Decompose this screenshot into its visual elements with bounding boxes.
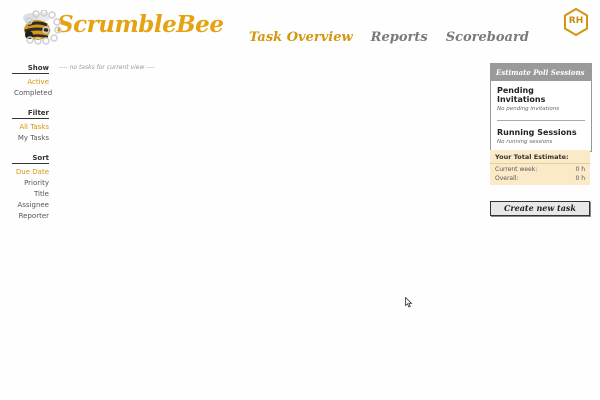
pending-invitations-empty: No pending invitations: [497, 106, 560, 112]
current-week-value: 0 h: [575, 166, 585, 173]
running-sessions-heading: Running Sessions: [497, 128, 577, 137]
app-logo[interactable]: ScrumbleBee: [20, 10, 224, 48]
sort-reporter[interactable]: Reporter: [14, 211, 49, 222]
nav-task-overview[interactable]: Task Overview: [249, 30, 353, 45]
avatar-initials: RH: [568, 16, 584, 26]
total-estimate-panel: Your Total Estimate: Current week: 0 h O…: [490, 150, 590, 185]
sidebar: Show Active Completed Filter All Tasks M…: [12, 64, 52, 232]
current-week-label: Current week:: [495, 166, 538, 173]
sort-title[interactable]: Title: [14, 189, 49, 200]
total-estimate-title: Your Total Estimate:: [490, 150, 590, 164]
user-avatar[interactable]: RH: [563, 8, 589, 36]
poll-sessions-title: Estimate Poll Sessions: [491, 64, 591, 81]
divider: [497, 120, 585, 121]
filter-heading: Filter: [12, 109, 49, 119]
show-active[interactable]: Active: [14, 77, 49, 88]
nav-reports[interactable]: Reports: [371, 30, 428, 45]
sort-group: Sort Due Date Priority Title Assignee Re…: [12, 154, 49, 222]
current-week-row: Current week: 0 h: [490, 164, 590, 173]
create-new-task-button[interactable]: Create new task: [490, 201, 590, 216]
pending-invitations-section: Pending Invitations No pending invitatio…: [491, 81, 591, 118]
filter-all-tasks[interactable]: All Tasks: [14, 122, 49, 133]
running-sessions-section: Running Sessions No running sessions: [491, 123, 591, 151]
show-completed[interactable]: Completed: [14, 88, 52, 99]
mouse-pointer-icon: [405, 297, 413, 308]
logo-text: ScrumbleBee: [57, 11, 224, 38]
poll-sessions-panel: Estimate Poll Sessions Pending Invitatio…: [490, 63, 592, 152]
sort-heading: Sort: [12, 154, 49, 164]
logo-dots-icon: [25, 10, 62, 45]
filter-my-tasks[interactable]: My Tasks: [14, 133, 49, 144]
sort-assignee[interactable]: Assignee: [14, 200, 49, 211]
overall-row: Overall: 0 h: [490, 173, 590, 182]
main-nav: Task Overview Reports Scoreboard: [249, 30, 529, 45]
filter-group: Filter All Tasks My Tasks: [12, 109, 49, 144]
nav-scoreboard[interactable]: Scoreboard: [446, 30, 529, 45]
show-group: Show Active Completed: [12, 64, 52, 99]
sort-due-date[interactable]: Due Date: [14, 167, 49, 178]
show-heading: Show: [12, 64, 49, 74]
empty-task-message: ---- no tasks for current view ----: [59, 64, 155, 71]
sort-priority[interactable]: Priority: [14, 178, 49, 189]
overall-value: 0 h: [575, 175, 585, 182]
pending-invitations-heading: Pending Invitations: [497, 86, 546, 104]
overall-label: Overall:: [495, 175, 519, 182]
running-sessions-empty: No running sessions: [497, 139, 553, 145]
